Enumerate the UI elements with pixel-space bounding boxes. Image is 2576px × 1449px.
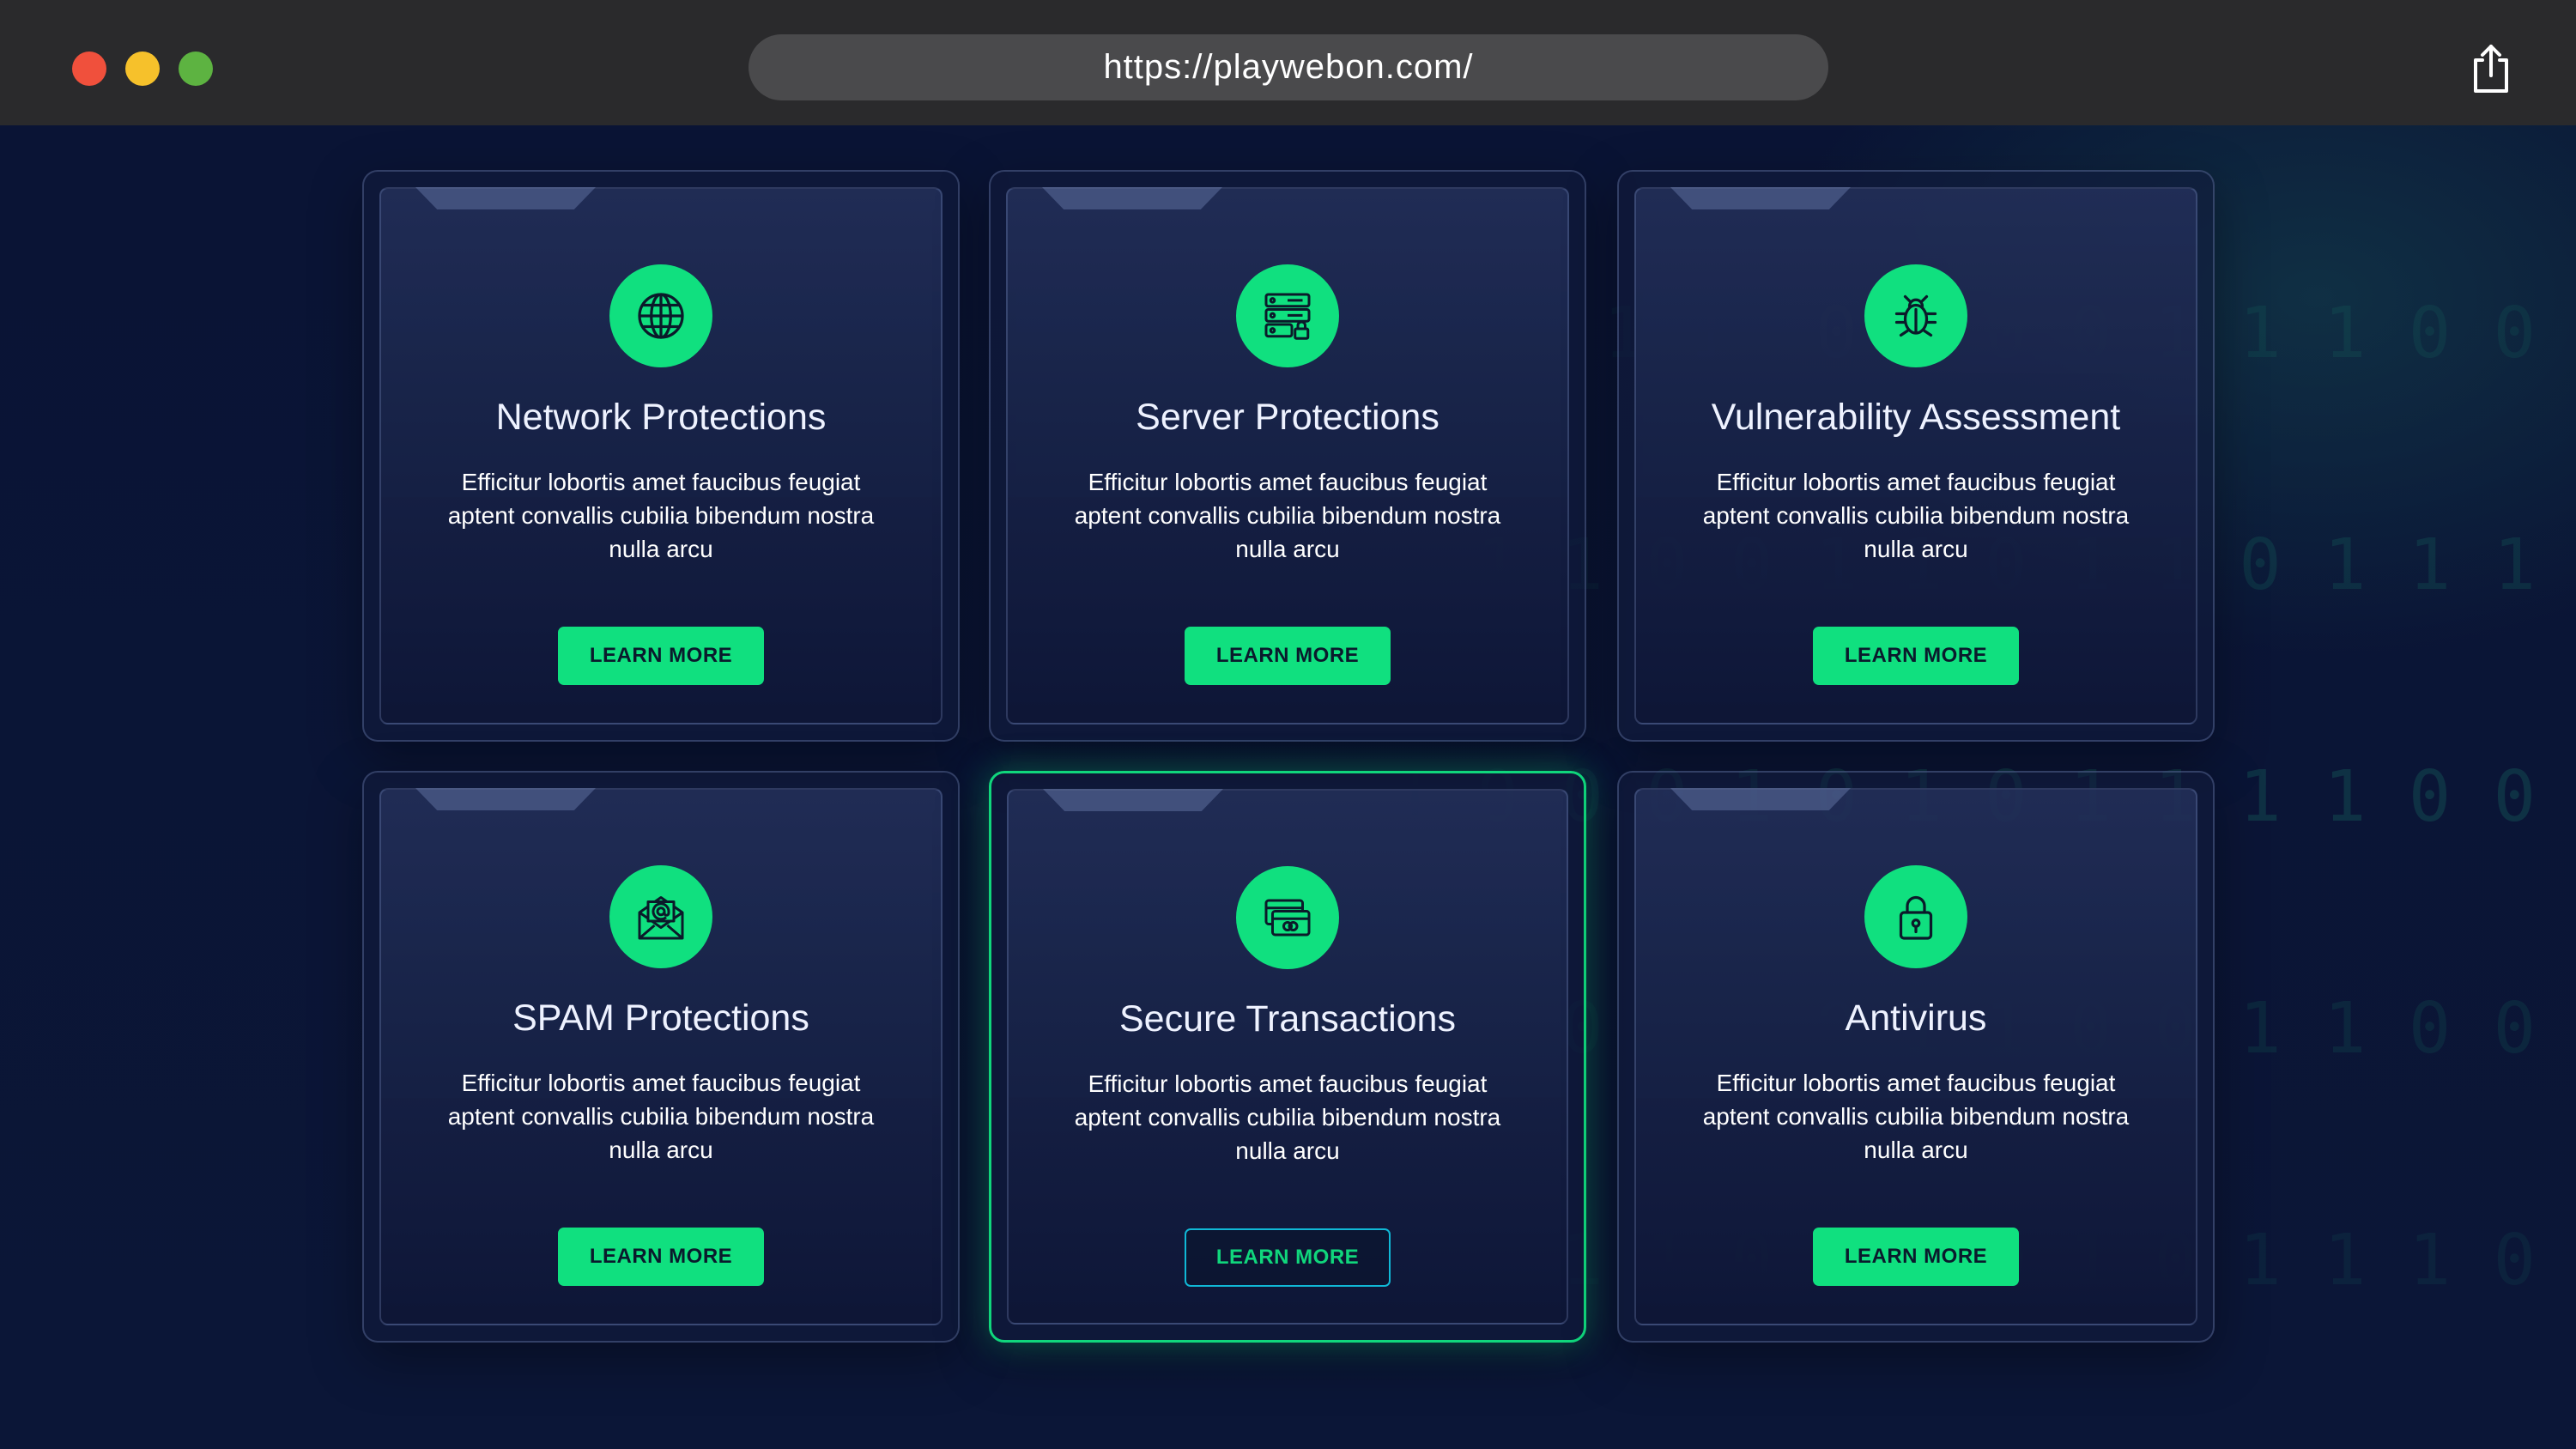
service-card-antivirus: Antivirus Efficitur lobortis amet faucib… xyxy=(1617,771,2215,1343)
card-inner-panel: Network Protections Efficitur lobortis a… xyxy=(379,187,943,724)
learn-more-button[interactable]: LEARN MORE xyxy=(1813,627,2019,685)
service-card-network: Network Protections Efficitur lobortis a… xyxy=(362,170,960,742)
card-tab-decoration xyxy=(1670,187,1851,209)
card-description: Efficitur lobortis amet faucibus feugiat… xyxy=(1074,1070,1501,1164)
service-card-vulnerability: Vulnerability Assessment Efficitur lobor… xyxy=(1617,170,2215,742)
card-description: Efficitur lobortis amet faucibus feugiat… xyxy=(447,1070,875,1163)
share-icon[interactable] xyxy=(2469,43,2513,94)
service-card-transactions: Secure Transactions Efficitur lobortis a… xyxy=(989,771,1586,1343)
credit-card-icon xyxy=(1236,866,1339,969)
globe-icon xyxy=(609,264,712,367)
card-title: Secure Transactions xyxy=(1119,998,1456,1040)
service-card-server: Server Protections Efficitur lobortis am… xyxy=(989,170,1586,742)
padlock-icon xyxy=(1864,865,1967,968)
learn-more-button[interactable]: LEARN MORE xyxy=(1185,627,1391,685)
card-inner-panel: Antivirus Efficitur lobortis amet faucib… xyxy=(1634,788,2197,1325)
card-inner-panel: SPAM Protections Efficitur lobortis amet… xyxy=(379,788,943,1325)
maximize-window-button[interactable] xyxy=(179,52,213,86)
card-description: Efficitur lobortis amet faucibus feugiat… xyxy=(1074,469,1501,562)
learn-more-button[interactable]: LEARN MORE xyxy=(1185,1228,1391,1287)
card-title: Antivirus xyxy=(1845,997,1987,1039)
learn-more-button[interactable]: LEARN MORE xyxy=(558,627,764,685)
card-description: Efficitur lobortis amet faucibus feugiat… xyxy=(1702,1070,2130,1163)
learn-more-button[interactable]: LEARN MORE xyxy=(1813,1228,2019,1286)
learn-more-button[interactable]: LEARN MORE xyxy=(558,1228,764,1286)
card-tab-decoration xyxy=(1670,788,1851,810)
card-description: Efficitur lobortis amet faucibus feugiat… xyxy=(1702,469,2130,562)
card-title: SPAM Protections xyxy=(512,997,809,1039)
server-lock-icon xyxy=(1236,264,1339,367)
bug-icon xyxy=(1864,264,1967,367)
card-tab-decoration xyxy=(415,187,596,209)
card-title: Network Protections xyxy=(495,397,827,438)
browser-toolbar: https://playwebon.com/ xyxy=(0,0,2576,125)
envelope-icon xyxy=(609,865,712,968)
page-viewport: 1 0 1 1 0 0 0 0 1 1 1 0 0 1 1 0 1 1 1 1 … xyxy=(0,125,2576,1449)
card-tab-decoration xyxy=(1043,789,1223,811)
card-tab-decoration xyxy=(1042,187,1222,209)
card-title: Server Protections xyxy=(1136,397,1440,438)
card-tab-decoration xyxy=(415,788,596,810)
minimize-window-button[interactable] xyxy=(125,52,160,86)
close-window-button[interactable] xyxy=(72,52,106,86)
card-inner-panel: Vulnerability Assessment Efficitur lobor… xyxy=(1634,187,2197,724)
card-description: Efficitur lobortis amet faucibus feugiat… xyxy=(447,469,875,562)
card-inner-panel: Secure Transactions Efficitur lobortis a… xyxy=(1007,789,1568,1325)
card-title: Vulnerability Assessment xyxy=(1711,397,2121,438)
url-text: https://playwebon.com/ xyxy=(1103,48,1474,86)
service-card-spam: SPAM Protections Efficitur lobortis amet… xyxy=(362,771,960,1343)
card-inner-panel: Server Protections Efficitur lobortis am… xyxy=(1006,187,1569,724)
address-bar[interactable]: https://playwebon.com/ xyxy=(749,34,1828,100)
